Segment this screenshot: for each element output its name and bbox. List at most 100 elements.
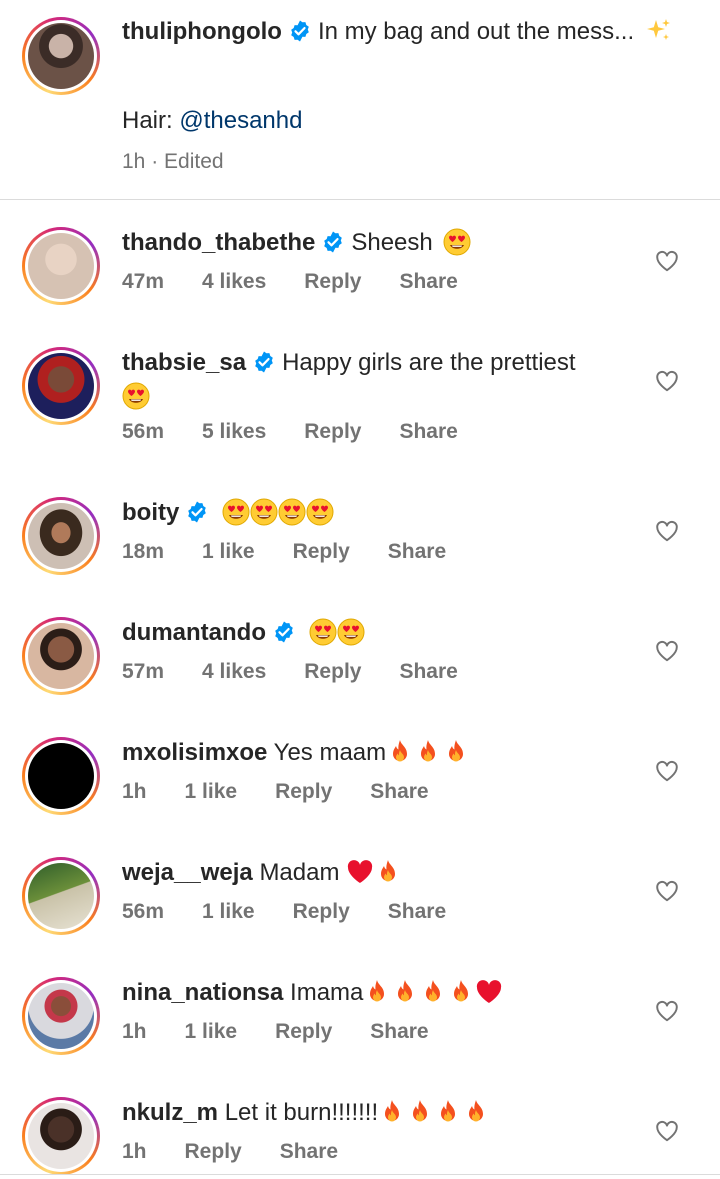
share-button[interactable]: Share: [370, 1020, 428, 1044]
fire-emoji-icon: [442, 738, 470, 766]
avatar[interactable]: [22, 977, 100, 1055]
fire-emoji-icon: [406, 1098, 434, 1126]
caption-meta: 1h · Edited: [122, 150, 224, 174]
fire-emoji-icon: [363, 978, 391, 1006]
verified-icon: [185, 500, 209, 524]
comment-username[interactable]: weja__weja: [122, 859, 253, 886]
hair-mention-link[interactable]: @thesanhd: [179, 107, 302, 134]
comment-meta: 1h 1 like Reply Share: [122, 780, 467, 804]
comment-time: 1h: [122, 1140, 147, 1163]
comment-item: thando_thabethe Sheesh 47m 4 likes Reply …: [0, 220, 720, 320]
like-heart-icon[interactable]: [654, 758, 680, 784]
caption-edited: · Edited: [151, 150, 224, 173]
heart-eyes-emoji-icon: [250, 498, 278, 526]
share-button[interactable]: Share: [399, 660, 457, 684]
avatar[interactable]: [22, 17, 100, 95]
comment-likes[interactable]: 4 likes: [202, 270, 266, 294]
comment-body: Madam: [259, 859, 340, 886]
post-caption: thuliphongolo In my bag and out the mess.…: [0, 0, 720, 200]
heart-eyes-emoji-icon: [278, 498, 306, 526]
like-heart-icon[interactable]: [654, 1118, 680, 1144]
reply-button[interactable]: Reply: [304, 420, 361, 444]
like-heart-icon[interactable]: [654, 518, 680, 544]
comment-time: 18m: [122, 540, 165, 563]
comment-meta: 1h 1 like Reply Share: [122, 1020, 467, 1044]
fire-emoji-icon: [419, 978, 447, 1006]
like-heart-icon[interactable]: [654, 878, 680, 904]
reply-button[interactable]: Reply: [304, 660, 361, 684]
comment-likes[interactable]: 1 like: [185, 780, 238, 804]
comment-text: dumantando: [122, 616, 642, 650]
fire-emoji-icon: [414, 738, 442, 766]
share-button[interactable]: Share: [388, 540, 446, 564]
verified-icon: [252, 350, 276, 374]
comment-likes[interactable]: 1 like: [202, 900, 255, 924]
heart-eyes-emoji-icon: [443, 228, 471, 256]
fire-emoji-icon: [378, 1098, 406, 1126]
avatar[interactable]: [22, 497, 100, 575]
comment-item: thabsie_sa Happy girls are the prettiest …: [0, 340, 720, 470]
sparkles-icon: [645, 17, 673, 45]
comment-username[interactable]: dumantando: [122, 619, 266, 646]
comment-time: 47m: [122, 270, 165, 293]
comment-username[interactable]: nina_nationsa: [122, 979, 283, 1006]
like-heart-icon[interactable]: [654, 638, 680, 664]
comment-text: nina_nationsa Imama: [122, 976, 642, 1010]
comment-body: Happy girls are the prettiest: [282, 349, 576, 376]
comment-time: 1h: [122, 1020, 147, 1043]
share-button[interactable]: Share: [388, 900, 446, 924]
comment-text: boity: [122, 496, 642, 530]
comment-text: thando_thabethe Sheesh: [122, 226, 642, 260]
avatar[interactable]: [22, 617, 100, 695]
hair-label: Hair:: [122, 107, 173, 134]
comment-item: nkulz_m Let it burn!!!!!!! 1h Reply Shar…: [0, 1090, 720, 1175]
comment-body: Imama: [290, 979, 364, 1006]
comment-likes[interactable]: 1 like: [185, 1020, 238, 1044]
comment-time: 56m: [122, 900, 165, 923]
comment-text: thabsie_sa Happy girls are the prettiest: [122, 346, 642, 414]
like-heart-icon[interactable]: [654, 998, 680, 1024]
comment-meta: 47m 4 likes Reply Share: [122, 270, 496, 294]
share-button[interactable]: Share: [370, 780, 428, 804]
reply-button[interactable]: Reply: [185, 1140, 242, 1164]
reply-button[interactable]: Reply: [275, 780, 332, 804]
fire-emoji-icon: [386, 738, 414, 766]
share-button[interactable]: Share: [399, 420, 457, 444]
comment-meta: 56m 1 like Reply Share: [122, 900, 484, 924]
caption-time: 1h: [122, 150, 146, 173]
heart-eyes-emoji-icon: [337, 618, 365, 646]
reply-button[interactable]: Reply: [304, 270, 361, 294]
comment-meta: 18m 1 like Reply Share: [122, 540, 484, 564]
comment-username[interactable]: mxolisimxoe: [122, 739, 267, 766]
comment-item: boity 18m 1 like Reply Share: [0, 490, 720, 590]
comment-username[interactable]: thabsie_sa: [122, 349, 246, 376]
comment-likes[interactable]: 4 likes: [202, 660, 266, 684]
caption-username[interactable]: thuliphongolo: [122, 18, 282, 45]
avatar[interactable]: [22, 737, 100, 815]
caption-hair-line: Hair: @thesanhd: [122, 107, 302, 135]
comment-text: nkulz_m Let it burn!!!!!!!: [122, 1096, 642, 1130]
fire-emoji-icon: [391, 978, 419, 1006]
reply-button[interactable]: Reply: [293, 900, 350, 924]
comment-username[interactable]: boity: [122, 499, 179, 526]
comment-body: Yes maam: [273, 739, 387, 766]
like-heart-icon[interactable]: [654, 248, 680, 274]
comment-item: weja__weja Madam 56m 1 like Reply Share: [0, 850, 720, 950]
share-button[interactable]: Share: [399, 270, 457, 294]
comment-time: 56m: [122, 420, 165, 443]
comment-item: mxolisimxoe Yes maam 1h 1 like Reply Sha…: [0, 730, 720, 830]
avatar[interactable]: [22, 1097, 100, 1175]
like-heart-icon[interactable]: [654, 368, 680, 394]
share-button[interactable]: Share: [280, 1140, 338, 1164]
reply-button[interactable]: Reply: [275, 1020, 332, 1044]
avatar[interactable]: [22, 227, 100, 305]
comment-meta: 57m 4 likes Reply Share: [122, 660, 496, 684]
comment-likes[interactable]: 1 like: [202, 540, 255, 564]
avatar[interactable]: [22, 857, 100, 935]
comment-username[interactable]: thando_thabethe: [122, 229, 315, 256]
comment-time: 1h: [122, 780, 147, 803]
avatar[interactable]: [22, 347, 100, 425]
comment-likes[interactable]: 5 likes: [202, 420, 266, 444]
comment-username[interactable]: nkulz_m: [122, 1099, 218, 1126]
reply-button[interactable]: Reply: [293, 540, 350, 564]
